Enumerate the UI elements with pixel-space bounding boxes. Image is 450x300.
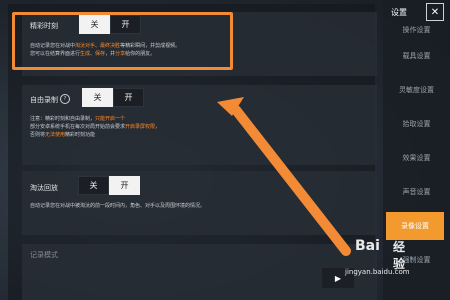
highlighted-text: 开启录屏权限 <box>125 124 156 130</box>
toggle-on-option[interactable]: 开 <box>109 176 140 195</box>
free-recording-toggle[interactable]: 关 开 <box>82 88 144 107</box>
description-line: 自动记录您在对战中被淘汰的前一段时间内，角色、对手以及周围环境的情况。 <box>30 202 205 210</box>
highlighted-text: 无法使用 <box>45 132 66 138</box>
description-line: 部分安卓系统手机在每次对局开始前会要求开启录屏权限， <box>30 123 160 131</box>
highlight-annotation-box <box>12 12 233 70</box>
highlighted-text: 只能开启一个 <box>95 116 126 122</box>
description-text: 精彩时刻功能 <box>65 132 96 138</box>
sidebar-item[interactable]: 载具设置 <box>383 42 450 70</box>
question-icon[interactable]: ? <box>60 94 70 104</box>
section-elimination-replay: 淘汰回放 关 开 自动记录您在对战中被淘汰的前一段时间内，角色、对手以及周围环境… <box>22 171 377 235</box>
sidebar-item[interactable]: 声音设置 <box>383 178 450 206</box>
description-text: ， <box>155 124 161 130</box>
toggle-on-option[interactable]: 开 <box>113 88 144 107</box>
watermark-logo-sub: 经验 <box>393 240 406 271</box>
description-text: 否则将 <box>30 132 46 138</box>
description-text: 自动记录您在对战中被淘汰的前一段时间内，角色、对手以及周围环境的情况。 <box>30 203 206 209</box>
description-text: 注意：精彩时刻和自由录制， <box>30 116 96 122</box>
section-free-recording: 自由录制 ? 关 开 注意：精彩时刻和自由录制，只能开启一个 部分安卓系统手机在每… <box>22 85 377 165</box>
section-title: 淘汰回放 <box>30 184 58 192</box>
replay-toggle[interactable]: 关 开 <box>78 176 140 195</box>
section-description: 注意：精彩时刻和自由录制，只能开启一个 部分安卓系统手机在每次对局开始前会要求开启… <box>30 115 160 139</box>
description-text: 部分安卓系统手机在每次对局开始前会要求 <box>30 124 126 130</box>
description-line: 注意：精彩时刻和自由录制，只能开启一个 <box>30 115 160 123</box>
sidebar-item[interactable]: 录像设置 <box>386 212 444 240</box>
section-title: 记录模式 <box>30 251 58 259</box>
toggle-off-option[interactable]: 关 <box>82 88 113 107</box>
section-description: 自动记录您在对战中被淘汰的前一段时间内，角色、对手以及周围环境的情况。 <box>30 202 205 210</box>
description-line: 否则将无法使用精彩时刻功能 <box>30 131 160 139</box>
watermark-logo: Bai <box>355 238 380 254</box>
sidebar-item[interactable]: 拾取设置 <box>383 110 450 138</box>
sidebar-item[interactable]: 效果设置 <box>383 144 450 172</box>
sidebar-item[interactable]: 灵敏度设置 <box>383 76 450 104</box>
section-title: 自由录制 <box>30 96 58 104</box>
toggle-off-option[interactable]: 关 <box>78 176 109 195</box>
watermark-url: jingyan.baidu.com <box>345 268 410 276</box>
sidebar-item[interactable]: 操作设置 <box>383 16 450 44</box>
